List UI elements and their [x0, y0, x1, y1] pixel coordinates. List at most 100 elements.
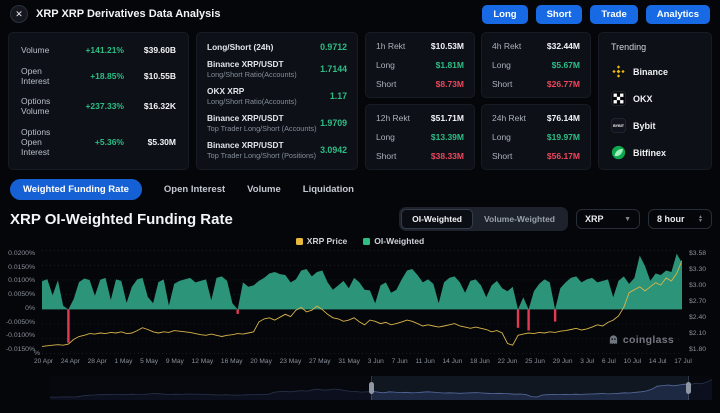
y-axis-left: 0.0200% 0.0150% 0.0100% 0.0050% 0% -0.0050% -0…	[0, 250, 40, 354]
navigator-selection[interactable]	[371, 376, 689, 400]
ratio-row: Binance XRP/USDT Top Trader Long/Short (…	[207, 140, 347, 160]
rekt-long-value: $19.97M	[546, 132, 580, 142]
long-short-ratios-panel: Long/Short (24h) 0.9712 Binance XRP/USDT…	[196, 32, 358, 170]
stat-label: Options Open Interest	[21, 126, 51, 157]
interval-select[interactable]: 8 hour ▲ ▼	[648, 209, 712, 229]
symbol-select[interactable]: XRP ▼	[576, 209, 640, 229]
chart-plot-area[interactable]	[42, 250, 682, 354]
rekt-title: 1h Rekt	[376, 41, 406, 51]
legend-item-xrp-price[interactable]: XRP Price	[295, 236, 348, 246]
binance-icon	[612, 65, 625, 78]
stat-label: Open Interest	[21, 65, 50, 86]
x-axis-label: 28 Apr	[87, 358, 107, 365]
rekt-short-value: $26.77M	[546, 79, 580, 89]
bybit-icon: BYBIT	[611, 118, 626, 133]
rekt-card-1h: 1h Rekt $10.53M Long $1.81M Short $8.73M	[365, 32, 475, 98]
stat-label: Options Volume	[21, 96, 51, 117]
ratio-row: OKX XRP Long/Short Ratio(Accounts) 1.17	[207, 86, 347, 106]
trending-item-binance[interactable]: Binance	[611, 64, 699, 79]
stat-row-volume: Volume +141.21% $39.60B	[21, 45, 176, 55]
x-axis-label: 20 Apr	[34, 358, 54, 365]
x-axis-label: 18 Jun	[470, 358, 490, 365]
ratio-value: 3.0942	[320, 145, 347, 155]
legend-label: XRP Price	[306, 236, 348, 246]
ratio-subtitle: Long/Short Ratio(Accounts)	[207, 97, 297, 106]
watermark-text: coinglass	[622, 334, 674, 346]
ratio-row: Binance XRP/USDT Long/Short Ratio(Accoun…	[207, 59, 347, 79]
ratio-subtitle: Long/Short Ratio(Accounts)	[207, 70, 297, 79]
stats-panels-row: Volume +141.21% $39.60B Open Interest +1…	[0, 28, 720, 170]
legend-item-oi-weighted[interactable]: OI-Weighted	[363, 236, 425, 246]
trade-button[interactable]: Trade	[590, 4, 638, 24]
coinglass-watermark: coinglass	[608, 334, 674, 346]
stat-row-options-volume: Options Volume +237.33% $16.32K	[21, 96, 176, 116]
chart-navigator[interactable]	[50, 376, 712, 400]
coinglass-ghost-icon	[609, 335, 618, 345]
ratio-title: Binance XRP/USDT	[207, 113, 284, 123]
x-axis-label: 5 May	[140, 358, 159, 365]
rekt-card-24h: 24h Rekt $76.14M Long $19.97M Short $56.…	[481, 104, 591, 170]
rekt-long-value: $5.67M	[551, 60, 580, 70]
trending-item-bybit[interactable]: BYBIT Bybit	[611, 118, 699, 133]
oi-weighted-swatch-icon	[363, 237, 371, 245]
toggle-volume-weighted[interactable]: Volume-Weighted	[473, 209, 566, 229]
x-axis-label: 22 Jun	[497, 358, 518, 365]
trending-item-bitfinex[interactable]: Bitfinex	[611, 145, 699, 160]
tab-volume[interactable]: Volume	[247, 179, 281, 200]
stat-change: +141.21%	[85, 45, 124, 55]
top-bar: ✕ XRP XRP Derivatives Data Analysis Long…	[0, 0, 720, 28]
rekt-long-value: $1.81M	[435, 60, 464, 70]
x-axis-label: 6 Jul	[601, 358, 616, 365]
tab-liquidation[interactable]: Liquidation	[303, 179, 354, 200]
rekt-card-4h: 4h Rekt $32.44M Long $5.67M Short $26.77…	[481, 32, 591, 98]
legend-label: OI-Weighted	[374, 236, 425, 246]
rekt-grid: 1h Rekt $10.53M Long $1.81M Short $8.73M…	[365, 32, 591, 170]
trending-item-okx[interactable]: OKX	[611, 91, 699, 106]
ratio-title: Binance XRP/USDT	[207, 59, 284, 69]
ratio-subtitle: Top Trader Long/Short (Accounts)	[207, 124, 317, 133]
close-icon[interactable]: ✕	[10, 5, 28, 23]
ratio-row: Long/Short (24h) 0.9712	[207, 42, 347, 52]
y-axis-right: $3.58 $3.30 $3.00 $2.70 $2.40 $2.10 $1.80	[684, 250, 720, 354]
y-axis-label: -0.0050%	[5, 318, 35, 326]
x-axis-label: 27 May	[308, 358, 331, 365]
trending-panel: Trending Binance OKX BYBIT Bybit Bitfine…	[598, 32, 712, 170]
x-axis-label: 12 May	[191, 358, 214, 365]
chart-tabs: Weighted Funding Rate Open Interest Volu…	[0, 170, 720, 200]
toggle-oi-weighted[interactable]: OI-Weighted	[401, 209, 473, 229]
stat-value: $39.60B	[143, 45, 176, 55]
stat-row-options-open-interest: Options Open Interest +5.36% $5.30M	[21, 127, 176, 157]
weighted-toggle: OI-Weighted Volume-Weighted	[399, 207, 568, 231]
x-axis-label: 31 May	[338, 358, 360, 365]
x-axis-label: 25 Jun	[525, 358, 545, 365]
rekt-total: $32.44M	[546, 41, 580, 51]
stat-value: $5.30M	[147, 136, 176, 147]
navigator-left-handle[interactable]	[368, 382, 374, 394]
x-axis-label: 7 Jun	[391, 358, 408, 365]
y-axis-label: $2.10	[689, 330, 707, 337]
ratio-value: 1.17	[329, 91, 347, 101]
stat-value: $10.55B	[143, 70, 176, 81]
tab-open-interest[interactable]: Open Interest	[164, 179, 225, 200]
tab-weighted-funding-rate[interactable]: Weighted Funding Rate	[10, 179, 142, 200]
analytics-button[interactable]: Analytics	[645, 4, 710, 24]
rekt-total: $51.71M	[430, 113, 464, 123]
symbol-select-value: XRP	[585, 214, 604, 224]
short-button[interactable]: Short	[535, 4, 583, 24]
section-header: XRP OI-Weighted Funding Rate OI-Weighted…	[0, 200, 720, 231]
section-title: XRP OI-Weighted Funding Rate	[10, 210, 233, 228]
rekt-short-label: Short	[376, 79, 397, 89]
y-axis-label: $1.80	[689, 346, 707, 353]
rekt-title: 12h Rekt	[376, 113, 411, 123]
ratio-title: Binance XRP/USDT	[207, 140, 284, 150]
stat-change: +237.33%	[85, 101, 124, 112]
rekt-long-value: $13.39M	[430, 132, 464, 142]
stepper-arrows-icon: ▲ ▼	[698, 213, 703, 224]
funding-rate-chart: 0.0200% 0.0150% 0.0100% 0.0050% 0% -0.0050% -0…	[0, 250, 720, 357]
trending-item-label: Bybit	[633, 120, 656, 131]
long-button[interactable]: Long	[482, 4, 528, 24]
okx-icon	[611, 91, 626, 106]
navigator-dim-left	[50, 376, 372, 400]
y-axis-label: -0.0100%	[5, 332, 35, 340]
navigator-right-handle[interactable]	[686, 382, 692, 394]
